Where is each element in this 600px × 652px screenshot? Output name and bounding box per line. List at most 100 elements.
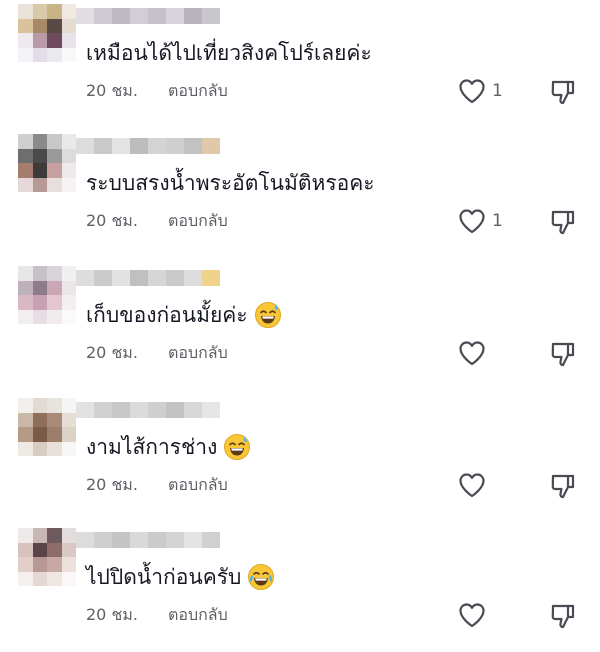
avatar-pixel — [18, 557, 33, 572]
dislike-button[interactable] — [549, 208, 577, 236]
username-pixel — [130, 402, 148, 418]
avatar[interactable] — [18, 398, 76, 456]
comment-time: 20 ชม. — [86, 605, 138, 624]
like-button[interactable]: 1 — [458, 208, 503, 234]
heart-icon — [459, 341, 485, 366]
avatar-pixel — [32, 4, 47, 19]
comment-meta: 20 ชม. ตอบกลับ — [86, 80, 228, 102]
avatar-pixel — [61, 309, 76, 324]
username-pixel — [130, 270, 148, 286]
avatar-pixel — [32, 177, 47, 192]
avatar-pixel — [47, 295, 62, 310]
avatar-pixel — [47, 4, 62, 19]
dislike-button[interactable] — [549, 472, 577, 500]
thumbs-down-icon — [551, 604, 575, 629]
reply-button[interactable]: ตอบกลับ — [168, 604, 228, 626]
thumbs-down-icon — [551, 474, 575, 499]
username-pixel — [112, 8, 130, 24]
like-count: 1 — [492, 81, 503, 101]
avatar-pixel — [47, 280, 62, 295]
avatar-pixel — [18, 177, 33, 192]
username-blurred[interactable] — [76, 8, 220, 24]
username-pixel — [184, 138, 202, 154]
username-pixel — [76, 532, 94, 548]
avatar-pixel — [61, 134, 76, 149]
username-pixel — [166, 138, 184, 154]
avatar[interactable] — [18, 266, 76, 324]
like-button[interactable]: 1 — [458, 78, 503, 104]
username-pixel — [94, 532, 112, 548]
username-pixel — [112, 402, 130, 418]
avatar-pixel — [32, 134, 47, 149]
username-pixel — [184, 532, 202, 548]
username-pixel — [202, 8, 220, 24]
avatar-pixel — [47, 47, 62, 62]
username-blurred[interactable] — [76, 270, 220, 286]
username-pixel — [148, 402, 166, 418]
reply-button[interactable]: ตอบกลับ — [168, 210, 228, 232]
comment-text: เก็บของก่อนมั้ยค่ะ — [86, 303, 248, 327]
avatar-pixel — [18, 441, 33, 456]
avatar-pixel — [18, 4, 33, 19]
avatar-pixel — [32, 280, 47, 295]
avatar-pixel — [18, 571, 33, 586]
avatar-pixel — [18, 47, 33, 62]
heart-icon — [459, 473, 485, 498]
username-pixel — [202, 532, 220, 548]
like-button[interactable] — [458, 602, 492, 628]
comment-text-row: เหมือนได้ไปเที่ยวสิงคโปร์เลยค่ะ — [86, 38, 372, 68]
avatar-pixel — [18, 148, 33, 163]
username-pixel — [166, 532, 184, 548]
username-pixel — [130, 8, 148, 24]
avatar[interactable] — [18, 134, 76, 192]
reply-button[interactable]: ตอบกลับ — [168, 474, 228, 496]
username-pixel — [184, 402, 202, 418]
username-blurred[interactable] — [76, 532, 220, 548]
like-button[interactable] — [458, 340, 492, 366]
comment-text: ระบบสรงน้ำพระอัตโนมัติหรอคะ — [86, 171, 375, 195]
reply-button[interactable]: ตอบกลับ — [168, 80, 228, 102]
avatar-pixel — [61, 4, 76, 19]
like-button[interactable] — [458, 472, 492, 498]
avatar-pixel — [18, 280, 33, 295]
avatar-pixel — [18, 134, 33, 149]
dislike-button[interactable] — [549, 78, 577, 106]
avatar-pixel — [18, 412, 33, 427]
avatar-pixel — [32, 47, 47, 62]
avatar-pixel — [61, 148, 76, 163]
avatar-pixel — [32, 163, 47, 178]
avatar[interactable] — [18, 528, 76, 586]
avatar-pixel — [61, 280, 76, 295]
username-pixel — [112, 270, 130, 286]
username-pixel — [148, 8, 166, 24]
avatar-pixel — [47, 177, 62, 192]
avatar[interactable] — [18, 4, 76, 62]
avatar-pixel — [18, 427, 33, 442]
username-pixel — [202, 402, 220, 418]
avatar-pixel — [18, 18, 33, 33]
comment-text-row: งามไส้การช่าง — [86, 432, 251, 462]
avatar-pixel — [32, 557, 47, 572]
avatar-pixel — [47, 18, 62, 33]
username-pixel — [202, 270, 220, 286]
reply-button[interactable]: ตอบกลับ — [168, 342, 228, 364]
avatar-pixel — [32, 542, 47, 557]
username-pixel — [148, 138, 166, 154]
username-blurred[interactable] — [76, 138, 220, 154]
avatar-pixel — [18, 163, 33, 178]
dislike-button[interactable] — [549, 602, 577, 630]
avatar-pixel — [47, 412, 62, 427]
avatar-pixel — [61, 557, 76, 572]
avatar-pixel — [47, 309, 62, 324]
avatar-pixel — [61, 47, 76, 62]
comment-item: เหมือนได้ไปเที่ยวสิงคโปร์เลยค่ะ 20 ชม. ต… — [0, 0, 600, 128]
comment-text: งามไส้การช่าง — [86, 435, 218, 459]
username-pixel — [184, 8, 202, 24]
avatar-pixel — [18, 33, 33, 48]
dislike-button[interactable] — [549, 340, 577, 368]
username-blurred[interactable] — [76, 402, 220, 418]
avatar-pixel — [47, 557, 62, 572]
comment-meta: 20 ชม. ตอบกลับ — [86, 604, 228, 626]
username-pixel — [130, 138, 148, 154]
avatar-pixel — [61, 427, 76, 442]
